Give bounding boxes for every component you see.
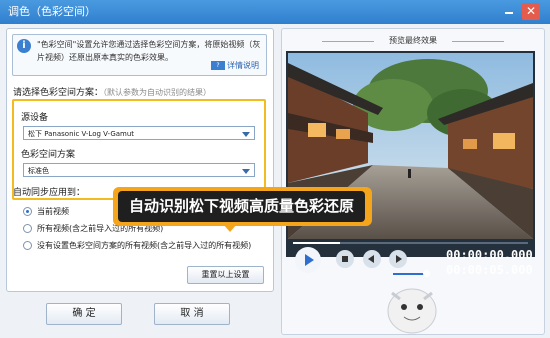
radio-unset-videos[interactable] <box>23 241 32 250</box>
chevron-down-icon <box>242 132 250 137</box>
ok-button[interactable]: 确 定 <box>46 303 122 325</box>
help-icon: ? <box>211 61 225 70</box>
time-current: 00:00:00.000 <box>446 248 533 262</box>
banner-text: 自动识别松下视频高质量色彩还原 <box>118 191 365 222</box>
chevron-down-icon <box>242 169 250 174</box>
sync-label: 自动同步应用到： <box>13 188 86 198</box>
scheme-select[interactable]: 标准色 <box>23 163 255 177</box>
cancel-button[interactable]: 取 消 <box>154 303 230 325</box>
scheme-label: 色彩空间方案 <box>21 150 76 160</box>
seek-bar[interactable] <box>293 242 528 244</box>
source-device-value: 松下 Panasonic V-Log V-Gamut <box>28 130 135 138</box>
play-icon[interactable] <box>295 247 321 273</box>
radio-all-videos[interactable] <box>23 224 32 233</box>
radio-current-video-label[interactable]: 当前视频 <box>37 206 69 217</box>
stop-icon[interactable] <box>336 250 354 268</box>
mascot-image <box>387 288 437 334</box>
source-device-label: 源设备 <box>21 113 49 123</box>
info-box: i "色彩空间"设置允许您通过选择色彩空间方案，将原始视频（灰片视频）还原出原本… <box>12 34 267 76</box>
source-device-select[interactable]: 松下 Panasonic V-Log V-Gamut <box>23 126 255 140</box>
feature-banner: 自动识别松下视频高质量色彩还原 <box>113 187 372 232</box>
step-back-icon[interactable] <box>363 250 381 268</box>
color-dialog-window: 调色（色彩空间） ✕ i "色彩空间"设置允许您通过选择色彩空间方案，将原始视频… <box>0 0 550 338</box>
video-player: 00:00:00.000 00:00:05.000 <box>286 51 535 277</box>
preview-title: 预览最终效果 <box>282 35 544 46</box>
close-icon[interactable]: ✕ <box>522 3 540 20</box>
radio-unset-videos-label[interactable]: 没有设置色彩空间方案的所有视频(含之前导入过的所有视频) <box>37 240 251 251</box>
info-icon: i <box>17 39 31 53</box>
colorspace-section-label: 请选择色彩空间方案：（默认参数为自动识别的结果） <box>13 85 211 98</box>
volume-knob[interactable] <box>423 270 430 277</box>
settings-panel: i "色彩空间"设置允许您通过选择色彩空间方案，将原始视频（灰片视频）还原出原本… <box>6 28 274 292</box>
step-forward-icon[interactable] <box>389 250 407 268</box>
help-label: 详情说明 <box>227 61 259 70</box>
time-total: 00:00:05.000 <box>446 263 533 277</box>
help-link[interactable]: ? 详情说明 <box>211 59 259 72</box>
radio-current-video[interactable] <box>23 207 32 216</box>
volume-slider[interactable] <box>393 270 430 277</box>
section-hint: （默认参数为自动识别的结果） <box>103 88 212 97</box>
preview-panel: 预览最终效果 00:00:00.000 00:00:05.000 <box>281 28 545 335</box>
minimize-icon[interactable] <box>500 3 518 20</box>
scheme-value: 标准色 <box>28 167 49 175</box>
seek-progress <box>293 242 340 244</box>
reset-button[interactable]: 重置以上设置 <box>187 266 264 284</box>
title-bar: 调色（色彩空间） ✕ <box>0 0 550 24</box>
window-title: 调色（色彩空间） <box>8 5 96 18</box>
section-title: 请选择色彩空间方案： <box>13 88 104 98</box>
